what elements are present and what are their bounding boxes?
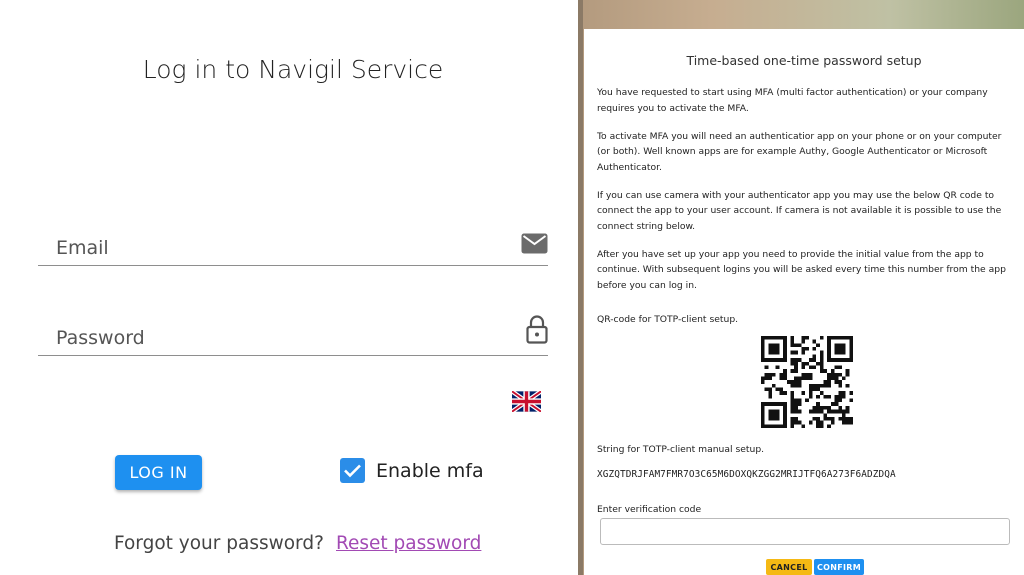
manual-setup-label: String for TOTP-client manual setup. <box>597 444 765 455</box>
instruction-paragraph: To activate MFA you will need an authent… <box>597 130 1002 173</box>
instructions: You have requested to start using MFA (m… <box>597 85 1012 306</box>
email-label: Email <box>56 237 109 259</box>
qr-code <box>761 336 853 428</box>
cancel-button[interactable]: CANCEL <box>766 559 812 575</box>
instruction-paragraph: You have requested to start using MFA (m… <box>597 87 988 114</box>
verification-label: Enter verification code <box>597 504 702 515</box>
dialog-title: Time-based one-time password setup <box>686 53 922 68</box>
login-button[interactable]: LOG IN <box>115 455 202 490</box>
forgot-password-text: Forgot your password? <box>114 533 324 554</box>
mfa-checkbox[interactable] <box>340 458 365 483</box>
envelope-icon <box>521 233 548 259</box>
qr-label: QR-code for TOTP-client setup. <box>597 314 739 325</box>
page-title: Log in to Navigil Service <box>142 55 444 84</box>
password-label: Password <box>56 327 145 349</box>
lock-icon <box>526 314 548 349</box>
mfa-label: Enable mfa <box>376 459 484 482</box>
instruction-paragraph: If you can use camera with your authenti… <box>597 189 1002 232</box>
backdrop-divider <box>578 0 583 575</box>
password-field[interactable]: Password <box>38 312 548 356</box>
uk-flag-icon[interactable] <box>510 389 543 414</box>
totp-secret-string: XGZQTDRJFAM7FMR7O3C65M6DOXQKZGG2MRIJTFQ6… <box>597 469 896 480</box>
email-field[interactable]: Email <box>38 222 548 266</box>
confirm-button[interactable]: CONFIRM <box>814 559 864 575</box>
verification-code-input[interactable] <box>600 518 1010 545</box>
login-panel: Log in to Navigil Service Email Password <box>0 0 578 575</box>
check-icon <box>344 464 361 478</box>
totp-setup-dialog: Time-based one-time password setup You h… <box>584 29 1024 575</box>
instruction-paragraph: After you have set up your app you need … <box>597 248 1006 291</box>
enable-mfa-toggle[interactable]: Enable mfa <box>340 458 484 483</box>
reset-password-link[interactable]: Reset password <box>336 533 481 554</box>
